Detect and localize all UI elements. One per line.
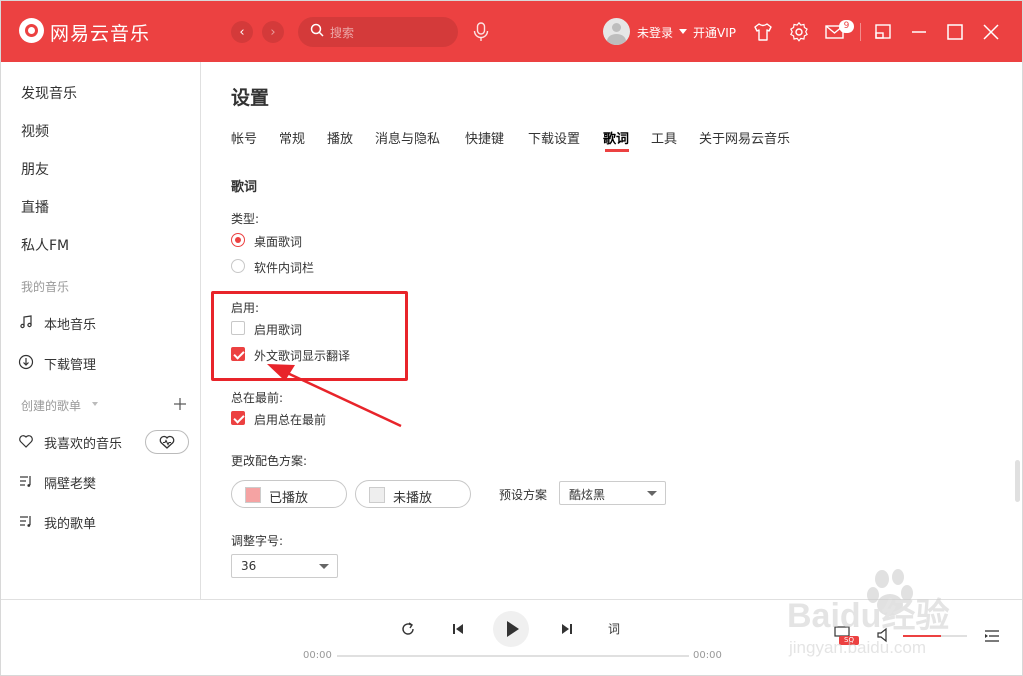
sidebar-item-friends[interactable]: 朋友 <box>21 159 49 179</box>
unplayed-color-label: 未播放 <box>393 491 433 506</box>
played-color-button[interactable]: 已播放 <box>231 480 347 508</box>
quality-badge: SQ <box>839 636 859 645</box>
next-icon[interactable] <box>558 620 576 638</box>
play-button[interactable] <box>493 611 529 647</box>
enable-label: 启用: <box>231 301 260 315</box>
sidebar-item-personal-fm[interactable]: 私人FM <box>21 235 69 255</box>
download-icon <box>18 354 34 370</box>
tab-lyrics[interactable]: 歌词 <box>603 128 629 147</box>
search-input[interactable]: 搜索 <box>298 17 458 47</box>
mail-badge: 9 <box>839 20 854 33</box>
lyrics-button[interactable]: 词 <box>608 620 620 637</box>
always-top-checkbox[interactable] <box>231 411 245 425</box>
add-playlist-icon[interactable] <box>173 397 187 411</box>
unplayed-color-button[interactable]: 未播放 <box>355 480 471 508</box>
sidebar: 发现音乐 视频 朋友 直播 私人FM 我的音乐 本地音乐 下载管理 创建的歌单 … <box>1 62 201 599</box>
time-total: 00:00 <box>693 650 722 661</box>
sidebar-playlist-liked[interactable]: 我喜欢的音乐 <box>44 433 122 452</box>
chevron-down-icon[interactable] <box>92 402 98 406</box>
volume-slider-fill <box>903 635 942 637</box>
played-color-swatch <box>245 487 261 503</box>
mini-mode-icon[interactable] <box>872 21 894 43</box>
tab-account[interactable]: 帐号 <box>231 128 257 147</box>
sidebar-item-local-music[interactable]: 本地音乐 <box>44 314 96 333</box>
in-app-lyrics-radio[interactable] <box>231 259 245 273</box>
maximize-icon[interactable] <box>944 21 966 43</box>
preset-select-value: 酷炫黑 <box>569 488 606 502</box>
chevron-down-icon[interactable] <box>679 29 687 34</box>
search-placeholder: 搜索 <box>330 26 355 40</box>
heartbeat-mode-button[interactable] <box>145 430 189 454</box>
heart-icon <box>19 435 33 448</box>
progress-bar[interactable] <box>337 655 689 657</box>
close-icon[interactable] <box>980 21 1002 43</box>
app-window: 网易云音乐 ‹ › 搜索 未登录 开通VIP 9 发现音乐 视频 朋友 直播 私… <box>0 0 1023 676</box>
font-size-select-value: 36 <box>241 559 257 573</box>
tab-download-settings[interactable]: 下载设置 <box>528 128 580 147</box>
search-icon <box>310 23 324 37</box>
app-logo-icon <box>19 18 44 43</box>
enable-lyrics-label[interactable]: 启用歌词 <box>254 321 302 338</box>
tab-about[interactable]: 关于网易云音乐 <box>699 128 790 147</box>
color-scheme-label: 更改配色方案: <box>231 454 308 468</box>
playlist-queue-icon[interactable] <box>983 627 1001 645</box>
active-tab-indicator <box>605 149 629 152</box>
sidebar-item-discover[interactable]: 发现音乐 <box>21 83 77 103</box>
forward-button[interactable]: › <box>262 21 284 43</box>
tab-shortcuts[interactable]: 快捷键 <box>465 128 504 147</box>
volume-icon[interactable] <box>875 626 893 644</box>
desktop-lyrics-label[interactable]: 桌面歌词 <box>254 233 302 250</box>
font-size-label: 调整字号: <box>231 534 284 548</box>
microphone-icon[interactable] <box>471 21 491 43</box>
minimize-icon[interactable] <box>908 21 930 43</box>
playlist-icon <box>20 476 31 487</box>
section-title: 歌词 <box>231 180 258 195</box>
sidebar-playlist-item[interactable]: 我的歌单 <box>44 513 96 532</box>
annotation-arrow-icon <box>267 364 402 428</box>
music-note-icon <box>20 315 32 329</box>
back-button[interactable]: ‹ <box>231 21 253 43</box>
loop-icon[interactable] <box>399 620 417 638</box>
volume-slider[interactable] <box>903 635 967 637</box>
sidebar-playlist-item[interactable]: 隔壁老樊 <box>44 473 96 492</box>
player-bar: 词 00:00 00:00 SQ <box>1 599 1022 675</box>
gear-icon[interactable] <box>788 21 810 43</box>
sidebar-item-video[interactable]: 视频 <box>21 121 49 141</box>
tab-general[interactable]: 常规 <box>279 128 305 147</box>
skin-icon[interactable] <box>752 21 774 43</box>
page-title: 设置 <box>231 87 270 109</box>
my-music-title: 我的音乐 <box>21 280 70 294</box>
tab-tools[interactable]: 工具 <box>651 128 677 147</box>
previous-icon[interactable] <box>449 620 467 638</box>
sidebar-item-live[interactable]: 直播 <box>21 197 49 217</box>
avatar[interactable] <box>603 18 630 45</box>
font-size-select[interactable]: 36 <box>231 554 338 578</box>
preset-select[interactable]: 酷炫黑 <box>559 481 666 505</box>
in-app-lyrics-label[interactable]: 软件内词栏 <box>254 259 314 276</box>
time-current: 00:00 <box>303 650 332 661</box>
desktop-lyrics-radio[interactable] <box>231 233 245 247</box>
settings-page: 设置 帐号 常规 播放 消息与隐私 快捷键 下载设置 歌词 工具 关于网易云音乐… <box>202 62 1014 599</box>
preset-label: 预设方案 <box>499 488 548 502</box>
app-name: 网易云音乐 <box>50 23 151 45</box>
sidebar-item-downloads[interactable]: 下载管理 <box>44 354 96 373</box>
scrollbar[interactable] <box>1015 460 1020 502</box>
created-playlists-title[interactable]: 创建的歌单 <box>21 397 81 414</box>
title-bar: 网易云音乐 ‹ › 搜索 未登录 开通VIP 9 <box>1 1 1022 62</box>
enable-lyrics-checkbox[interactable] <box>231 321 245 335</box>
chevron-down-icon <box>647 491 657 496</box>
playlist-icon <box>20 516 31 527</box>
vip-link[interactable]: 开通VIP <box>693 24 736 41</box>
show-translation-checkbox[interactable] <box>231 347 245 361</box>
chevron-down-icon <box>319 564 329 569</box>
tab-playback[interactable]: 播放 <box>327 128 353 147</box>
played-color-label: 已播放 <box>269 491 309 506</box>
divider <box>860 23 861 41</box>
heartbeat-icon <box>159 435 175 449</box>
unplayed-color-swatch <box>369 487 385 503</box>
tab-messages-privacy[interactable]: 消息与隐私 <box>375 128 440 147</box>
type-label: 类型: <box>231 212 260 226</box>
login-link[interactable]: 未登录 <box>637 24 673 41</box>
